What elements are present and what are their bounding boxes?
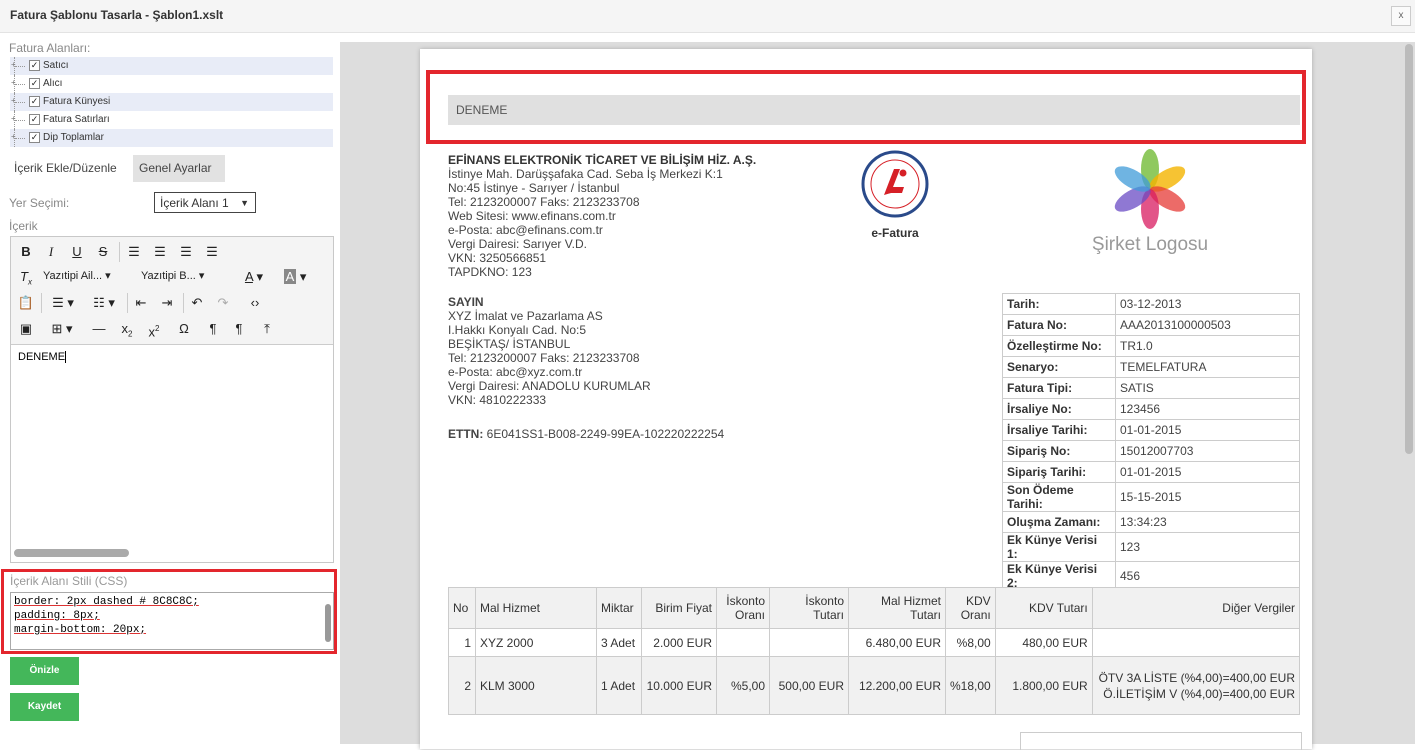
rich-text-editor[interactable]: B I U S ☰ ☰ ☰ ☰ Tx Yazıtipi Ail... ▾ Yaz… — [10, 236, 334, 563]
info-row: İrsaliye Tarihi: 01-01-2015 — [1002, 419, 1300, 441]
seller-block: EFİNANS ELEKTRONİK TİCARET VE BİLİŞİM Hİ… — [448, 153, 757, 279]
info-row: İrsaliye No: 123456 — [1002, 398, 1300, 420]
editor-content[interactable]: DENEME — [18, 351, 67, 364]
checkbox-checked[interactable]: ✓ — [29, 60, 40, 71]
expand-icon[interactable]: + — [11, 61, 17, 69]
company-logo: Şirket Logosu — [1080, 149, 1220, 256]
expand-icon[interactable]: + — [11, 133, 17, 141]
content-area-header[interactable]: DENEME — [448, 95, 1300, 125]
indent-icon[interactable]: ⇥ — [157, 292, 177, 313]
checkbox-checked[interactable]: ✓ — [29, 114, 40, 125]
image-icon[interactable]: ▣ — [16, 318, 36, 339]
window-title: Fatura Şablonu Tasarla - Şablon1.xslt — [10, 8, 224, 22]
upload-icon[interactable]: ⤒ — [257, 318, 277, 339]
invoice-items-table: No Mal Hizmet Miktar Birim Fiyat İskonto… — [448, 587, 1301, 715]
table-row: 1 XYZ 2000 3 Adet 2.000 EUR 6.480,00 EUR… — [448, 628, 1301, 657]
paragraph-rtl-icon[interactable]: ¶ — [229, 318, 249, 339]
efatura-seal-icon — [861, 150, 929, 218]
editor-toolbar: B I U S ☰ ☰ ☰ ☰ Tx Yazıtipi Ail... ▾ Yaz… — [11, 237, 333, 345]
info-row: Son Ödeme Tarihi: 15-15-2015 — [1002, 482, 1300, 512]
content-label: İçerik — [9, 219, 38, 233]
flower-logo-icon — [1114, 149, 1186, 229]
css-style-section: İçerik Alanı Stili (CSS) border: 2px das… — [1, 569, 337, 654]
redo-icon[interactable]: ↷ — [213, 292, 233, 313]
strikethrough-icon[interactable]: S — [93, 241, 113, 262]
ettn-line: ETTN: 6E041SS1-B008-2249-99EA-1022202222… — [448, 427, 725, 441]
tree-item-fatura-satirlari[interactable]: + ✓ Fatura Satırları — [10, 111, 333, 129]
info-row: Fatura Tipi: SATIS — [1002, 377, 1300, 399]
text-color-icon[interactable]: A ▾ — [237, 266, 271, 287]
expand-icon[interactable]: + — [11, 115, 17, 123]
bold-icon[interactable]: B — [16, 241, 36, 262]
preview-vertical-scrollbar[interactable] — [1405, 44, 1413, 454]
checkbox-checked[interactable]: ✓ — [29, 96, 40, 107]
special-char-icon[interactable]: Ω — [173, 318, 195, 339]
invoice-info-table: Tarih: 03-12-2013 Fatura No: AAA2013100000… — [1002, 293, 1300, 591]
clear-format-icon[interactable]: Tx — [16, 266, 36, 287]
window-titlebar: Fatura Şablonu Tasarla - Şablon1.xslt x — [0, 0, 1415, 33]
tab-icerik-ekle[interactable]: İçerik Ekle/Düzenle — [8, 155, 132, 182]
bullet-list-icon[interactable]: ☰ ▾ — [45, 292, 81, 313]
align-center-icon[interactable]: ☰ — [150, 241, 170, 262]
expand-icon[interactable]: + — [11, 79, 17, 87]
italic-icon[interactable]: I — [41, 241, 61, 262]
items-header-row: No Mal Hizmet Miktar Birim Fiyat İskonto… — [448, 587, 1301, 629]
checkbox-checked[interactable]: ✓ — [29, 132, 40, 143]
save-button[interactable]: Kaydet — [10, 693, 79, 721]
numbered-list-icon[interactable]: ☷ ▾ — [86, 292, 122, 313]
editor-horizontal-scrollbar[interactable] — [14, 549, 129, 557]
totals-table — [1020, 732, 1302, 750]
align-right-icon[interactable]: ☰ — [176, 241, 196, 262]
efatura-logo: e-Fatura — [860, 149, 930, 240]
subscript-icon[interactable]: x2 — [116, 318, 138, 339]
paste-icon[interactable]: 📋 — [16, 292, 36, 313]
info-row: Oluşma Zamanı: 13:34:23 — [1002, 511, 1300, 533]
info-row: Fatura No: AAA2013100000503 — [1002, 314, 1300, 336]
expand-icon[interactable]: + — [11, 97, 17, 105]
tree-item-alici[interactable]: + ✓ Alıcı — [10, 75, 333, 93]
location-select[interactable]: İçerik Alanı 1 ▼ — [154, 192, 256, 213]
font-size-dropdown[interactable]: Yazıtipi B... ▾ — [139, 266, 231, 287]
css-style-label: İçerik Alanı Stili (CSS) — [10, 574, 128, 588]
info-row: Tarih: 03-12-2013 — [1002, 293, 1300, 315]
table-icon[interactable]: ⊞ ▾ — [43, 318, 81, 339]
checkbox-checked[interactable]: ✓ — [29, 78, 40, 89]
info-row: Sipariş Tarihi: 01-01-2015 — [1002, 461, 1300, 483]
table-row: 2 KLM 3000 1 Adet 10.000 EUR %5,00 500,0… — [448, 656, 1301, 715]
code-view-icon[interactable]: ‹› — [243, 292, 267, 313]
superscript-icon[interactable]: x2 — [143, 318, 165, 339]
preview-panel: DENEME EFİNANS ELEKTRONİK TİCARET VE BİL… — [340, 42, 1415, 750]
tree-item-satici[interactable]: + ✓ Satıcı — [10, 57, 333, 75]
paragraph-ltr-icon[interactable]: ¶ — [203, 318, 223, 339]
tree-item-fatura-kunyesi[interactable]: + ✓ Fatura Künyesi — [10, 93, 333, 111]
tab-genel-ayarlar[interactable]: Genel Ayarlar — [133, 155, 225, 182]
info-row: Senaryo: TEMELFATURA — [1002, 356, 1300, 378]
align-justify-icon[interactable]: ☰ — [202, 241, 222, 262]
close-button[interactable]: x — [1391, 6, 1411, 26]
undo-icon[interactable]: ↶ — [187, 292, 207, 313]
underline-icon[interactable]: U — [67, 241, 87, 262]
background-color-icon[interactable]: A ▾ — [277, 266, 313, 287]
fields-label: Fatura Alanları: — [9, 41, 91, 55]
location-label: Yer Seçimi: — [9, 196, 70, 210]
align-left-icon[interactable]: ☰ — [124, 241, 144, 262]
info-row: Sipariş No: 15012007703 — [1002, 440, 1300, 462]
info-row: Ek Künye Verisi 1: 123 — [1002, 532, 1300, 562]
buyer-block: SAYIN XYZ İmalat ve Pazarlama AS I.Hakkı… — [448, 295, 651, 407]
fields-tree: + ✓ Satıcı + ✓ Alıcı + ✓ Fatura Künyesi + ✓ Fatu… — [10, 57, 333, 147]
css-style-textarea[interactable]: border: 2px dashed # 8C8C8C; padding: 8p… — [10, 592, 334, 650]
chevron-down-icon: ▼ — [240, 198, 249, 208]
font-family-dropdown[interactable]: Yazıtipi Ail... ▾ — [41, 266, 133, 287]
outdent-icon[interactable]: ⇤ — [131, 292, 151, 313]
invoice-page: DENEME EFİNANS ELEKTRONİK TİCARET VE BİL… — [420, 49, 1312, 750]
preview-button[interactable]: Önizle — [10, 657, 79, 685]
horizontal-rule-icon[interactable]: — — [87, 318, 111, 339]
tree-item-dip-toplamlar[interactable]: + ✓ Dip Toplamlar — [10, 129, 333, 147]
info-row: Özelleştirme No: TR1.0 — [1002, 335, 1300, 357]
textarea-scrollbar[interactable] — [325, 604, 331, 642]
